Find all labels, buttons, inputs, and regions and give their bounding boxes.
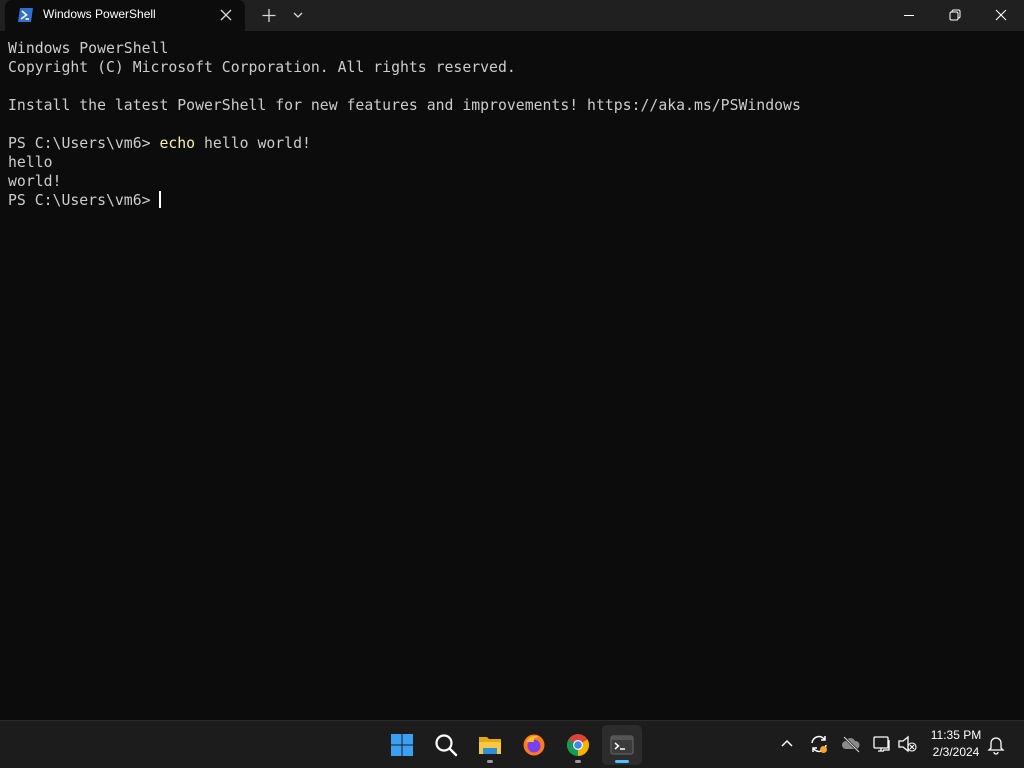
prompt: PS C:\Users\vm6> <box>8 135 160 152</box>
firefox-button[interactable] <box>514 725 554 765</box>
output-line: world! <box>8 173 62 190</box>
chrome-icon <box>567 734 589 756</box>
network-icon[interactable] <box>872 733 894 755</box>
output-line: hello <box>8 154 53 171</box>
taskbar <box>0 720 1024 768</box>
tab-title: Windows PowerShell <box>43 7 156 21</box>
restore-icon <box>949 9 961 21</box>
prompt: PS C:\Users\vm6> <box>8 192 160 209</box>
active-indicator <box>615 760 629 763</box>
new-tab-plus-icon[interactable] <box>260 7 278 24</box>
close-icon <box>995 9 1007 21</box>
windows-start-icon <box>391 734 413 756</box>
search-button[interactable] <box>426 725 466 765</box>
firefox-icon <box>523 734 545 756</box>
copyright-line: Copyright (C) Microsoft Corporation. All… <box>8 59 516 76</box>
chevron-down-icon[interactable] <box>290 8 306 22</box>
sync-icon[interactable] <box>808 733 830 755</box>
maximize-button[interactable] <box>932 0 978 31</box>
onedrive-offline-icon[interactable] <box>840 733 862 755</box>
close-window-button[interactable] <box>978 0 1024 31</box>
command-args: hello world! <box>195 135 311 152</box>
running-indicator <box>487 760 493 763</box>
close-tab-icon[interactable] <box>219 8 233 22</box>
header-line: Windows PowerShell <box>8 40 169 57</box>
clock-date: 2/3/2024 <box>932 745 980 759</box>
text-cursor <box>159 191 162 208</box>
tab-windows-powershell[interactable]: Windows PowerShell <box>5 0 245 31</box>
command-line: PS C:\Users\vm6> echo hello world! <box>8 134 311 153</box>
volume-muted-icon[interactable] <box>896 733 918 755</box>
minimize-button[interactable] <box>886 0 932 31</box>
clock-time: 11:35 PM <box>930 728 982 742</box>
terminal-icon <box>610 735 634 755</box>
clock[interactable]: 11:35 PM 2/3/2024 <box>922 727 990 761</box>
show-hidden-icons-chevron-up-icon[interactable] <box>776 733 798 755</box>
running-indicator <box>575 760 581 763</box>
file-explorer-icon <box>479 737 501 754</box>
chrome-button[interactable] <box>558 725 598 765</box>
title-bar: Windows PowerShell <box>0 0 1024 31</box>
search-icon <box>435 734 458 757</box>
terminal-output-area[interactable]: Windows PowerShell Copyright (C) Microso… <box>0 31 1024 720</box>
powershell-icon <box>18 8 33 22</box>
command-name: echo <box>159 135 196 152</box>
file-explorer-button[interactable] <box>470 725 510 765</box>
install-hint-line: Install the latest PowerShell for new fe… <box>8 97 801 114</box>
terminal-button[interactable] <box>602 725 642 765</box>
start-button[interactable] <box>382 725 422 765</box>
minimize-icon <box>904 15 914 16</box>
active-prompt-line[interactable]: PS C:\Users\vm6> <box>8 191 162 210</box>
